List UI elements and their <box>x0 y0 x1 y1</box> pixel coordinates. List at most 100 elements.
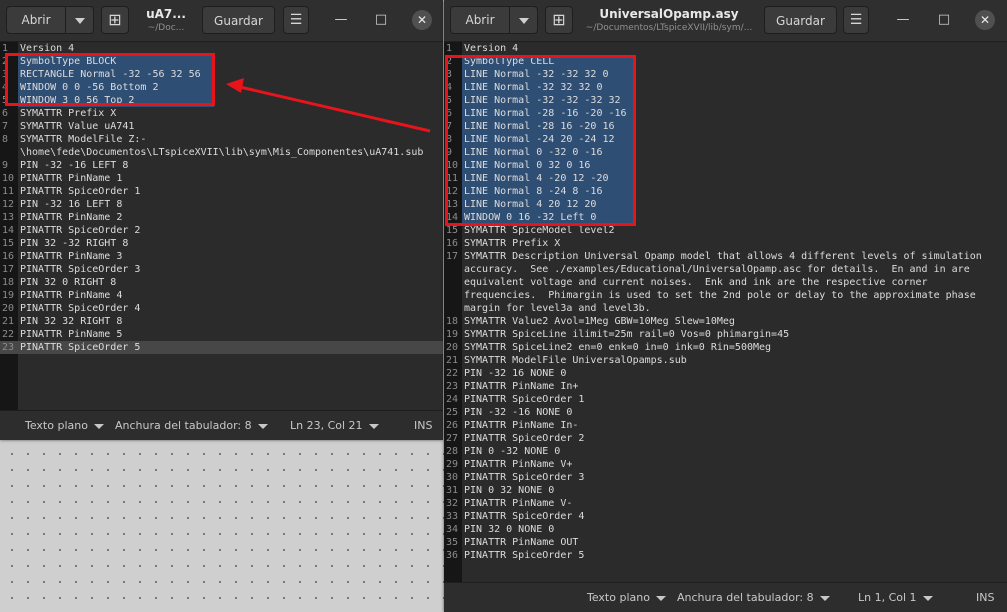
line-text: SYMATTR SpiceLine2 en=0 enk=0 in=0 ink=0… <box>464 342 772 353</box>
chevron-down-icon <box>655 595 666 601</box>
title-filename: UniversalOpamp.asy <box>599 7 739 21</box>
syntax-selector[interactable]: Texto plano <box>587 591 666 604</box>
editor-line[interactable]: 22 PINATTR PinName 5 <box>0 328 443 341</box>
editor-line[interactable]: 24 PINATTR SpiceOrder 1 <box>444 393 1007 406</box>
syntax-label: Texto plano <box>25 419 88 432</box>
line-text: SYMATTR ModelFile Z:- <box>20 134 147 145</box>
editor-line[interactable]: 34 PIN 32 0 NONE 0 <box>444 523 1007 536</box>
line-text: \home\fede\Documentos\LTspiceXVII\lib\sy… <box>20 147 424 158</box>
editor-line[interactable]: 18 PIN 32 0 RIGHT 8 <box>0 276 443 289</box>
tab-width-selector[interactable]: Anchura del tabulador: 8 <box>115 419 268 432</box>
line-text: SYMATTR Description Universal Opamp mode… <box>464 251 982 262</box>
minimize-button[interactable]: — <box>893 10 913 30</box>
editor-line[interactable]: 10 PINATTR PinName 1 <box>0 172 443 185</box>
line-text: PINATTR PinName V- <box>464 498 573 509</box>
title-path: ~/Doc... <box>147 23 185 33</box>
save-button[interactable]: Guardar <box>202 6 275 34</box>
open-button[interactable]: Abrir <box>6 6 66 34</box>
editor-line[interactable]: equivalent voltage and current noises. E… <box>444 276 1007 289</box>
insert-mode-indicator[interactable]: INS <box>414 419 432 432</box>
open-button[interactable]: Abrir <box>450 6 510 34</box>
line-text: SYMATTR Prefix X <box>464 238 561 249</box>
editor-line[interactable]: 36 PINATTR SpiceOrder 5 <box>444 549 1007 562</box>
editor-line[interactable]: 13 PINATTR PinName 2 <box>0 211 443 224</box>
editor-line[interactable]: 8 SYMATTR ModelFile Z:- <box>0 133 443 146</box>
editor-line[interactable]: 20 SYMATTR SpiceLine2 en=0 enk=0 in=0 ink… <box>444 341 1007 354</box>
editor-line[interactable]: 28 PIN 0 -32 NONE 0 <box>444 445 1007 458</box>
cursor-position-selector[interactable]: Ln 23, Col 21 <box>290 419 379 432</box>
line-number: 18 <box>2 277 15 288</box>
editor-line[interactable]: 19 SYMATTR SpiceLine ilimit=25m rail=0 Vo… <box>444 328 1007 341</box>
line-text: PIN 32 -32 RIGHT 8 <box>20 238 129 249</box>
editor-line[interactable]: 35 PINATTR PinName OUT <box>444 536 1007 549</box>
cursor-position-selector[interactable]: Ln 1, Col 1 <box>858 591 933 604</box>
line-number: 9 <box>2 160 9 171</box>
editor-line[interactable]: 30 PINATTR SpiceOrder 3 <box>444 471 1007 484</box>
editor-line[interactable]: 23 PINATTR PinName In+ <box>444 380 1007 393</box>
syntax-selector[interactable]: Texto plano <box>25 419 104 432</box>
line-number: 29 <box>446 459 459 470</box>
editor-line[interactable]: 21 SYMATTR ModelFile UniversalOpamps.sub <box>444 354 1007 367</box>
line-number: 12 <box>2 199 15 210</box>
line-text: PIN -32 16 LEFT 8 <box>20 199 123 210</box>
editor-line[interactable]: 6 SYMATTR Prefix X <box>0 107 443 120</box>
insert-mode-indicator[interactable]: INS <box>976 591 994 604</box>
save-button[interactable]: Guardar <box>764 6 837 34</box>
line-number: 17 <box>446 251 459 262</box>
line-number: 18 <box>446 316 459 327</box>
editor-line[interactable]: 23 PINATTR SpiceOrder 5 <box>0 341 443 354</box>
line-text: PIN 32 0 NONE 0 <box>464 524 555 535</box>
new-document-icon: ⊞ <box>552 10 566 29</box>
editor-line[interactable]: 16 SYMATTR Prefix X <box>444 237 1007 250</box>
open-recent-button[interactable] <box>510 6 538 34</box>
editor-line[interactable]: margin for level3a and level3b. <box>444 302 1007 315</box>
line-text: PINATTR SpiceOrder 5 <box>20 342 141 353</box>
window-title: UniversalOpamp.asy ~/Documentos/LTspiceX… <box>584 6 754 34</box>
editor-line[interactable]: 11 PINATTR SpiceOrder 1 <box>0 185 443 198</box>
hamburger-icon: ☰ <box>289 12 303 28</box>
maximize-button[interactable]: □ <box>934 10 954 30</box>
menu-button[interactable]: ☰ <box>283 6 309 34</box>
editor-line[interactable]: 21 PIN 32 32 RIGHT 8 <box>0 315 443 328</box>
editor-line[interactable]: 17 PINATTR SpiceOrder 3 <box>0 263 443 276</box>
editor-line[interactable]: accuracy. See ./examples/Educational/Uni… <box>444 263 1007 276</box>
editor-line[interactable]: 26 PINATTR PinName In- <box>444 419 1007 432</box>
close-button[interactable]: ✕ <box>975 10 995 30</box>
editor-line[interactable]: 20 PINATTR SpiceOrder 4 <box>0 302 443 315</box>
editor-line[interactable]: 25 PIN -32 -16 NONE 0 <box>444 406 1007 419</box>
maximize-button[interactable]: □ <box>371 10 391 30</box>
editor-line[interactable]: 15 PIN 32 -32 RIGHT 8 <box>0 237 443 250</box>
minimize-button[interactable]: — <box>331 10 351 30</box>
open-recent-button[interactable] <box>66 6 94 34</box>
editor-line[interactable]: 18 SYMATTR Value2 Avol=1Meg GBW=10Meg Sle… <box>444 315 1007 328</box>
editor-line[interactable]: 12 PIN -32 16 LEFT 8 <box>0 198 443 211</box>
editor-line[interactable]: \home\fede\Documentos\LTspiceXVII\lib\sy… <box>0 146 443 159</box>
chevron-down-icon <box>74 17 85 24</box>
close-button[interactable]: ✕ <box>412 10 432 30</box>
minimize-icon: — <box>896 12 910 27</box>
editor-line[interactable]: 22 PIN -32 16 NONE 0 <box>444 367 1007 380</box>
tab-width-selector[interactable]: Anchura del tabulador: 8 <box>677 591 830 604</box>
editor-line[interactable]: 1 Version 4 <box>444 42 1007 55</box>
editor-line[interactable]: 31 PIN 0 32 NONE 0 <box>444 484 1007 497</box>
editor-line[interactable]: 33 PINATTR SpiceOrder 4 <box>444 510 1007 523</box>
new-document-button[interactable]: ⊞ <box>545 6 573 34</box>
editor-line[interactable]: 17 SYMATTR Description Universal Opamp mo… <box>444 250 1007 263</box>
menu-button[interactable]: ☰ <box>843 6 869 34</box>
new-document-button[interactable]: ⊞ <box>101 6 129 34</box>
editor-line[interactable]: 7 SYMATTR Value uA741 <box>0 120 443 133</box>
line-number: 35 <box>446 537 459 548</box>
editor-line[interactable]: 32 PINATTR PinName V- <box>444 497 1007 510</box>
line-number: 6 <box>2 108 9 119</box>
line-number: 1 <box>446 43 453 54</box>
editor-line[interactable]: 27 PINATTR SpiceOrder 2 <box>444 432 1007 445</box>
editor-line[interactable]: frequencies. Phimargin is used to set th… <box>444 289 1007 302</box>
editor-line[interactable]: 19 PINATTR PinName 4 <box>0 289 443 302</box>
ltspice-schematic-canvas[interactable] <box>0 440 444 612</box>
editor-line[interactable]: 14 PINATTR SpiceOrder 2 <box>0 224 443 237</box>
editor-line[interactable]: 16 PINATTR PinName 3 <box>0 250 443 263</box>
line-text: PIN 0 32 NONE 0 <box>464 485 555 496</box>
editor-line[interactable]: 9 PIN -32 -16 LEFT 8 <box>0 159 443 172</box>
line-text: PINATTR PinName 1 <box>20 173 123 184</box>
editor-line[interactable]: 29 PINATTR PinName V+ <box>444 458 1007 471</box>
